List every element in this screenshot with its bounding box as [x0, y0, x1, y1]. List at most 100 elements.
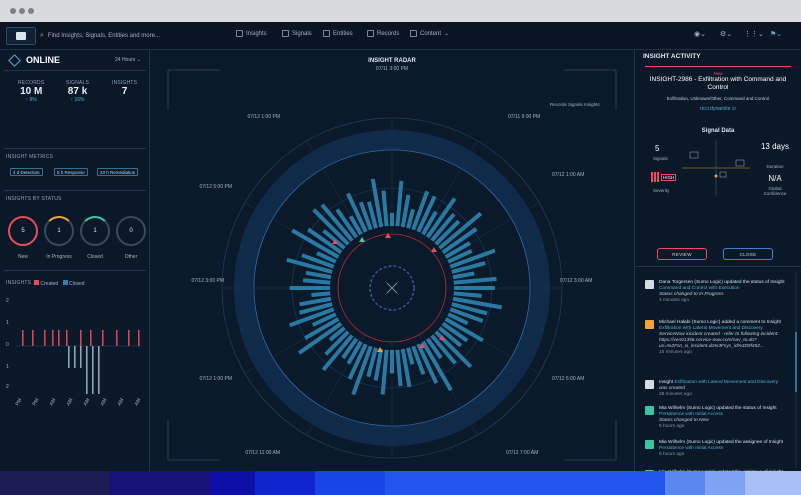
status-label: ONLINE: [26, 55, 61, 65]
stat-insights: INSIGHTS 7: [112, 80, 137, 97]
activity-time: 5 hours ago: [659, 452, 685, 457]
created-bar: [52, 330, 54, 346]
insight-id: INSIGHT-2986 - Exfiltration with Command…: [649, 76, 787, 91]
closed-bar: [74, 346, 76, 368]
activity-item[interactable]: Michael Halabi (Sumo Logic) added a comm…: [645, 320, 795, 356]
search-input[interactable]: ⌕ Find Insights, Signals, Entities and m…: [40, 28, 220, 44]
nav-entities[interactable]: Entities: [323, 30, 353, 37]
activity-time: 4 minutes ago: [659, 298, 690, 303]
insight-link[interactable]: Exfiltration with Lateral Movement and D…: [674, 380, 778, 385]
search-icon: ⌕: [40, 32, 44, 39]
created-bar: [32, 330, 34, 346]
legend-swatch: [62, 280, 68, 285]
radar-time-label: 07/12 3:00 AM: [560, 278, 592, 284]
ring-value: 5: [21, 228, 25, 234]
insight-link[interactable]: Persistence with Initial Access: [659, 446, 723, 451]
activity-text: Michael Halabi (Sumo Logic) added a comm…: [659, 320, 795, 332]
y-tick-label: 1: [6, 364, 9, 370]
nav-insights[interactable]: Insights: [236, 30, 267, 37]
legend-swatch: [34, 280, 39, 285]
x-tick-label: PM: [15, 398, 24, 407]
radar-legend: Records Signals Insights: [550, 102, 600, 107]
y-tick-label: 2: [6, 384, 9, 390]
metric-badge: 23 h Remediation: [97, 168, 139, 176]
status-ring-in-progress[interactable]: 1: [44, 216, 74, 246]
legend-records: Records: [550, 102, 567, 107]
stat-value: 87 k: [67, 86, 88, 97]
activity-time: 28 minutes ago: [659, 392, 692, 397]
ring-value: 1: [57, 228, 61, 234]
metric-badge: 5 h Response: [54, 168, 88, 176]
activity-time: 5 hours ago: [659, 424, 685, 429]
created-bar: [66, 330, 68, 346]
signal-count: 5: [655, 144, 660, 153]
metric-badge: 4 d Detection: [10, 168, 43, 176]
nav-label: Content: [420, 30, 442, 37]
severity-label: Severity: [653, 188, 670, 193]
gear-icon[interactable]: ⚙⌄: [720, 30, 732, 38]
signal-count-label: Signals: [653, 156, 668, 161]
created-bar: [44, 330, 46, 346]
activity-item[interactable]: Mia Wilhelm (Sumo Logic) updated the sta…: [645, 406, 795, 430]
closed-bar: [92, 346, 94, 394]
status-ring-new[interactable]: 5: [8, 216, 38, 246]
entity-label: ricci.dynamite: [699, 106, 731, 112]
close-button[interactable]: CLOSE: [723, 248, 773, 260]
x-tick-label: AM: [100, 398, 109, 407]
eye-icon[interactable]: ◉⌄: [694, 30, 706, 38]
entity-link[interactable]: ricci.dynamite ⊙: [645, 106, 791, 112]
app-window: ⌕ Find Insights, Signals, Entities and m…: [0, 22, 801, 487]
ring-value: 1: [93, 228, 97, 234]
confidence-value: N/A: [768, 174, 782, 183]
y-tick-label: 2: [6, 298, 9, 304]
status-ring-closed[interactable]: 1: [80, 216, 110, 246]
search-placeholder: Find Insights, Signals, Entities and mor…: [47, 33, 160, 39]
grid-icon[interactable]: ⋮⋮⌄: [744, 30, 764, 38]
by-status-title: INSIGHTS BY STATUS: [6, 196, 62, 202]
window-dot-icon[interactable]: [10, 8, 16, 14]
activity-text: Dana Torgersen (Sumo Logic) updated the …: [659, 280, 795, 292]
insight-radar: INSIGHT RADAR 07/11 3:00 PM 07/11 9:00 PM…: [167, 58, 617, 480]
metrics-title: INSIGHT METRICS: [6, 154, 54, 160]
insight-link[interactable]: Persistence with Initial Access: [659, 412, 723, 417]
nav-records[interactable]: Records: [367, 30, 399, 37]
feed-scrollbar[interactable]: [795, 272, 797, 467]
x-tick-label: AM: [49, 398, 58, 407]
scrollbar-thumb[interactable]: [795, 332, 797, 392]
insight-link[interactable]: Command and Control with Execution: [659, 286, 740, 291]
created-bar: [80, 330, 82, 346]
user-icon[interactable]: ⚑⌄: [770, 30, 782, 38]
divider: [4, 190, 146, 191]
radar-title: INSIGHT RADAR: [368, 58, 416, 64]
activity-text: Mia Wilhelm (Sumo Logic) updated the ass…: [659, 440, 795, 452]
nav-signals[interactable]: Signals: [282, 30, 312, 37]
legend-label: Closed: [68, 281, 85, 287]
activity-author: Dana Torgersen (Sumo Logic): [659, 280, 725, 285]
divider: [645, 66, 791, 67]
radar-time-label: 07/11 9:00 PM: [508, 114, 540, 120]
radar-bar: [311, 291, 331, 298]
insight-link[interactable]: Exfiltration with Lateral Movement and D…: [659, 326, 763, 331]
radar-time-label: 07/12 5:00 AM: [552, 376, 584, 382]
window-dot-icon[interactable]: [28, 8, 34, 14]
range-select[interactable]: 24 Hours ⌄: [115, 57, 141, 63]
ring-label: New: [17, 254, 28, 260]
activity-item[interactable]: Mia Wilhelm (Sumo Logic) updated the ass…: [645, 440, 795, 458]
activity-item[interactable]: Dana Torgersen (Sumo Logic) updated the …: [645, 280, 795, 304]
chart-legend: Created Closed: [34, 280, 85, 287]
activity-item[interactable]: Insight Exfiltration with Lateral Moveme…: [645, 380, 795, 398]
entities-icon: [323, 30, 330, 37]
activity-time: 15 minutes ago: [659, 350, 692, 355]
activity-author: Mia Wilhelm (Sumo Logic): [659, 440, 717, 445]
window-dot-icon[interactable]: [19, 8, 25, 14]
closed-bar: [68, 346, 70, 368]
created-bar: [90, 330, 92, 346]
ring-label: In Progress: [46, 254, 72, 260]
nav-content[interactable]: Content ⌄: [410, 30, 449, 37]
radar-bar: [453, 291, 482, 298]
logo-icon[interactable]: [6, 27, 36, 45]
status-ring-other[interactable]: 0: [116, 216, 146, 246]
created-bar: [22, 330, 24, 346]
review-button[interactable]: REVIEW: [657, 248, 707, 260]
insight-card[interactable]: New INSIGHT-2986 - Exfiltration with Com…: [645, 71, 791, 112]
